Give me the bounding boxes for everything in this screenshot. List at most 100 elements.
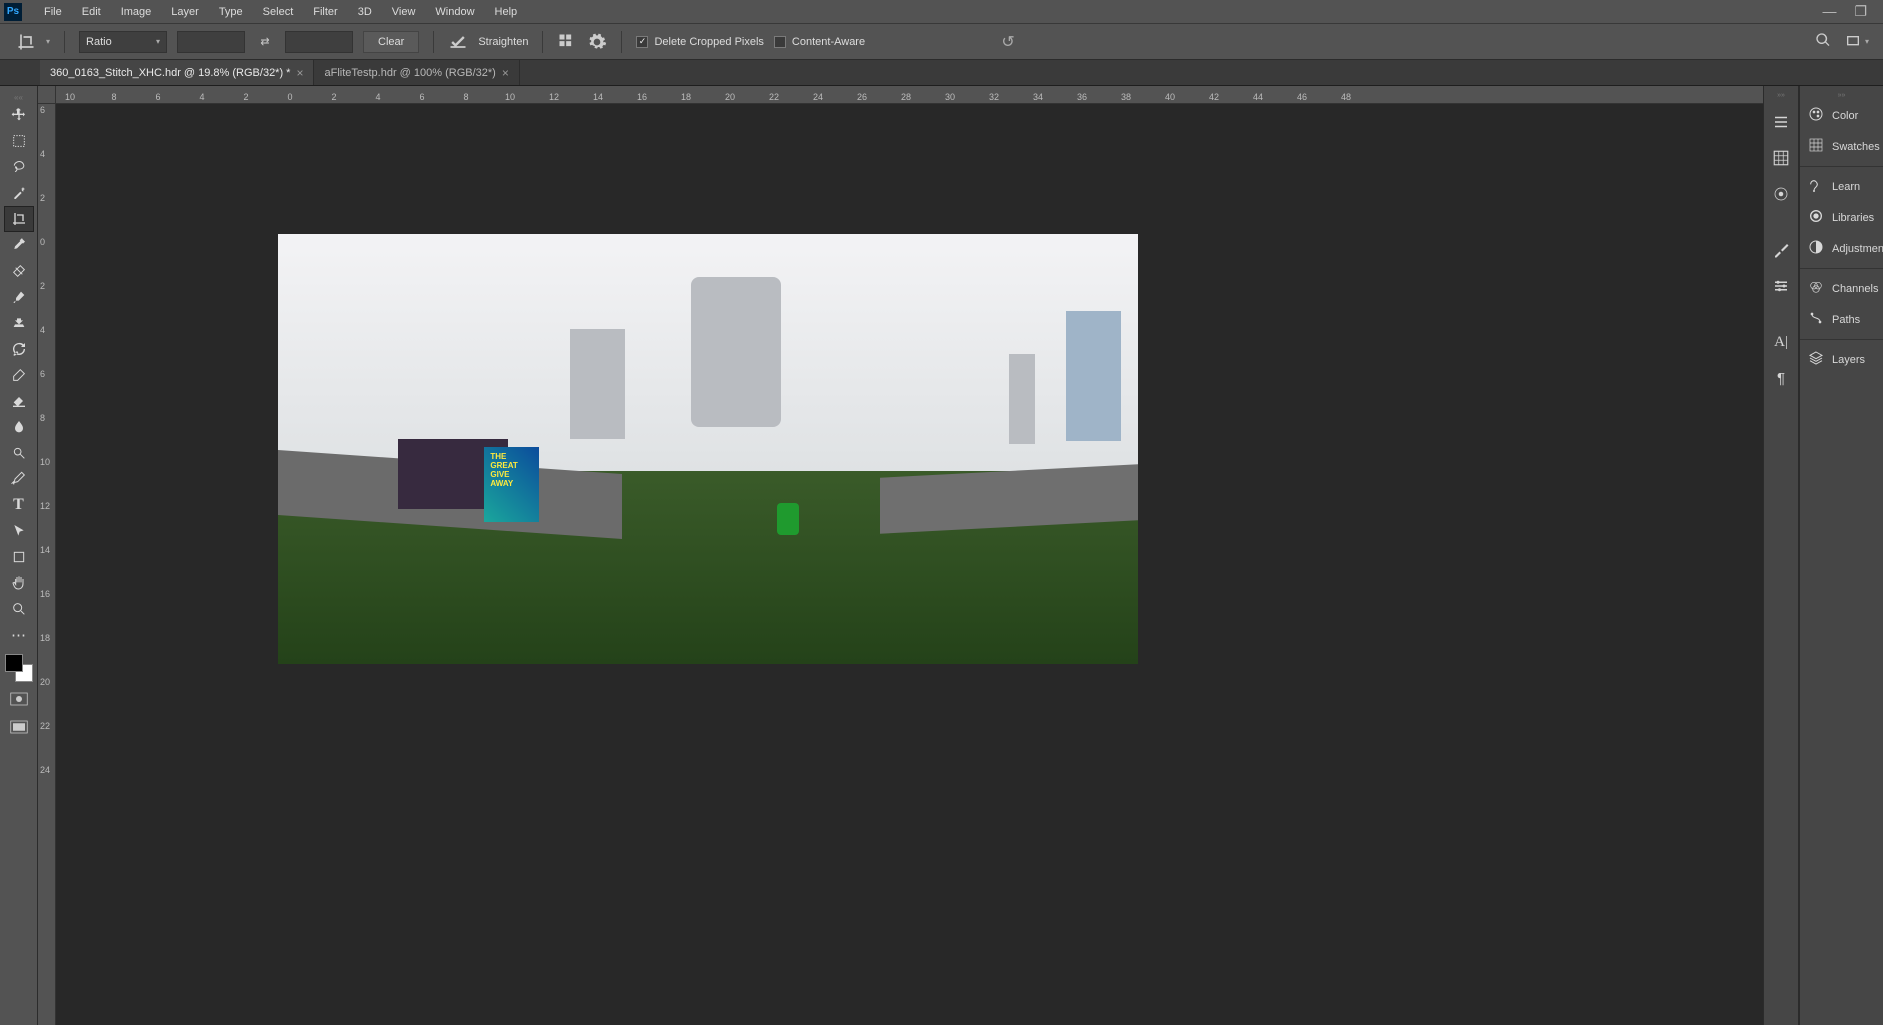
menu-window[interactable]: Window [425, 3, 484, 21]
brush-settings-panel-icon[interactable] [1767, 236, 1795, 264]
ruler-tick: 30 [945, 92, 955, 102]
dock-grip-icon[interactable]: »» [1800, 92, 1883, 100]
gradient-tool[interactable] [4, 388, 34, 414]
panel-tab-color[interactable]: Color [1800, 100, 1883, 131]
clone-stamp-tool[interactable] [4, 310, 34, 336]
ruler-tick: 4 [199, 92, 204, 102]
panel-tab-libraries[interactable]: Libraries [1800, 202, 1883, 233]
pen-tool[interactable] [4, 466, 34, 492]
magic-wand-tool[interactable] [4, 180, 34, 206]
eyedropper-tool[interactable] [4, 232, 34, 258]
quick-mask-icon[interactable] [6, 688, 32, 710]
window-minimize-icon[interactable]: — [1822, 3, 1836, 20]
checkbox-icon: ✓ [636, 36, 648, 48]
menu-view[interactable]: View [382, 3, 426, 21]
delete-cropped-checkbox[interactable]: ✓ Delete Cropped Pixels [636, 36, 763, 48]
ruler-tick: 10 [40, 457, 50, 467]
swap-dimensions-icon[interactable]: ⇄ [255, 32, 275, 52]
document-tab[interactable]: aFliteTestp.hdr @ 100% (RGB/32*) × [314, 60, 519, 85]
ruler-tick: 16 [637, 92, 647, 102]
info-panel-icon[interactable] [1767, 180, 1795, 208]
document-tab-label: 360_0163_Stitch_XHC.hdr @ 19.8% (RGB/32*… [50, 67, 290, 79]
content-aware-label: Content-Aware [792, 36, 865, 48]
ruler-tick: 6 [40, 105, 45, 115]
ruler-tick: 28 [901, 92, 911, 102]
panel-tab-paths[interactable]: Paths [1800, 304, 1883, 335]
menu-type[interactable]: Type [209, 3, 253, 21]
straighten-icon[interactable] [448, 32, 468, 52]
panel-tab-layers[interactable]: Layers [1800, 344, 1883, 375]
panel-tab-label: Paths [1832, 314, 1860, 326]
menu-help[interactable]: Help [485, 3, 528, 21]
history-panel-icon[interactable] [1767, 108, 1795, 136]
tool-preset-dropdown-icon[interactable]: ▾ [46, 37, 50, 46]
menu-file[interactable]: File [34, 3, 72, 21]
menu-image[interactable]: Image [111, 3, 162, 21]
toolbox-grip-icon[interactable]: «« [0, 92, 37, 102]
menu-3d[interactable]: 3D [348, 3, 382, 21]
panel-tab-label: Swatches [1832, 141, 1880, 153]
ruler-tick: 0 [40, 237, 45, 247]
ruler-origin[interactable] [38, 86, 56, 104]
ruler-vertical[interactable]: 642024681012141618202224 [38, 104, 56, 1025]
menu-layer[interactable]: Layer [161, 3, 209, 21]
dock-grip-icon[interactable]: »» [1777, 92, 1785, 100]
rect-select-tool[interactable] [4, 128, 34, 154]
crop-options-gear-icon[interactable] [587, 32, 607, 52]
document-image[interactable]: THE GREAT GIVE AWAY [278, 234, 1138, 664]
foreground-color-swatch[interactable] [5, 654, 23, 672]
libraries-icon [1808, 208, 1824, 227]
crop-tool-icon[interactable] [16, 32, 36, 52]
aspect-ratio-dropdown[interactable]: Ratio ▾ [79, 31, 167, 53]
move-tool[interactable] [4, 102, 34, 128]
ruler-tick: 34 [1033, 92, 1043, 102]
ruler-tick: 6 [419, 92, 424, 102]
blur-tool[interactable] [4, 414, 34, 440]
ratio-width-input[interactable] [177, 31, 245, 53]
character-panel-icon[interactable]: A| [1767, 328, 1795, 356]
eraser-tool[interactable] [4, 362, 34, 388]
menu-edit[interactable]: Edit [72, 3, 111, 21]
crop-tool[interactable] [4, 206, 34, 232]
adjustments-panel-icon[interactable] [1767, 272, 1795, 300]
screen-mode-icon[interactable] [6, 716, 32, 738]
overlay-grid-icon[interactable] [557, 32, 577, 52]
path-select-tool[interactable] [4, 518, 34, 544]
close-icon[interactable]: × [296, 66, 303, 80]
menu-select[interactable]: Select [253, 3, 304, 21]
shape-tool[interactable] [4, 544, 34, 570]
clear-button[interactable]: Clear [363, 31, 419, 53]
panel-tab-swatches[interactable]: Swatches [1800, 131, 1883, 162]
ruler-tick: 8 [40, 413, 45, 423]
close-icon[interactable]: × [502, 66, 509, 80]
panel-tab-learn[interactable]: Learn [1800, 171, 1883, 202]
type-tool[interactable]: T [4, 492, 34, 518]
edit-toolbar-icon[interactable]: ⋯ [4, 622, 34, 648]
properties-panel-icon[interactable] [1767, 144, 1795, 172]
lasso-tool[interactable] [4, 154, 34, 180]
canvas-stage[interactable]: THE GREAT GIVE AWAY [56, 104, 1763, 1025]
adjustments-icon [1808, 239, 1824, 258]
straighten-label[interactable]: Straighten [478, 36, 528, 48]
paragraph-panel-icon[interactable]: ¶ [1767, 364, 1795, 392]
menu-filter[interactable]: Filter [303, 3, 347, 21]
window-restore-icon[interactable]: ❐ [1854, 3, 1867, 20]
ratio-height-input[interactable] [285, 31, 353, 53]
dodge-tool[interactable] [4, 440, 34, 466]
ruler-tick: 48 [1341, 92, 1351, 102]
hand-tool[interactable] [4, 570, 34, 596]
healing-brush-tool[interactable] [4, 258, 34, 284]
workspace-switcher-icon[interactable]: ▾ [1845, 34, 1869, 50]
zoom-tool[interactable] [4, 596, 34, 622]
document-tab[interactable]: 360_0163_Stitch_XHC.hdr @ 19.8% (RGB/32*… [40, 60, 314, 85]
panel-tab-adjustments[interactable]: Adjustments [1800, 233, 1883, 264]
content-aware-checkbox[interactable]: Content-Aware [774, 36, 865, 48]
ruler-horizontal[interactable]: 1086420246810121416182022242628303234363… [56, 86, 1763, 104]
color-swatches[interactable] [5, 654, 33, 682]
panel-tab-channels[interactable]: Channels [1800, 273, 1883, 304]
history-brush-tool[interactable] [4, 336, 34, 362]
reset-crop-icon[interactable]: ↺ [995, 32, 1021, 52]
ruler-tick: 18 [40, 633, 50, 643]
search-icon[interactable] [1815, 32, 1831, 51]
brush-tool[interactable] [4, 284, 34, 310]
